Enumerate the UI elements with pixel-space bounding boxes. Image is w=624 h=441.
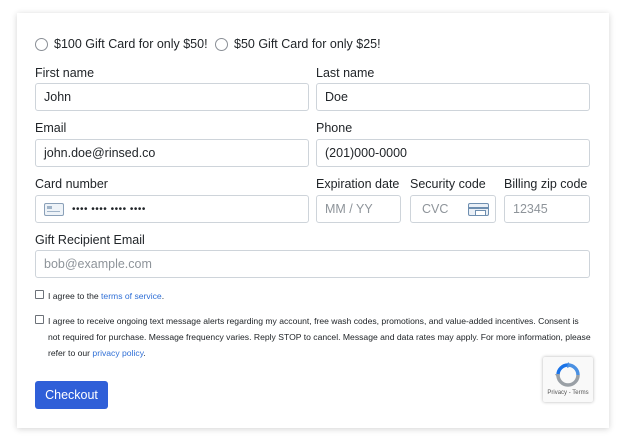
recipient-email-label: Gift Recipient Email	[35, 233, 145, 247]
checkout-button[interactable]: Checkout	[35, 381, 108, 409]
offer-radio-100[interactable]	[35, 37, 48, 51]
billing-zip-label: Billing zip code	[504, 177, 588, 191]
last-name-label: Last name	[316, 66, 375, 80]
last-name-input[interactable]: Doe	[316, 83, 590, 111]
offer-label-50: $50 Gift Card for only $25!	[234, 37, 381, 51]
first-name-input[interactable]: John	[35, 83, 309, 111]
security-code-label: Security code	[410, 177, 486, 191]
recaptcha-icon	[555, 362, 580, 387]
terms-of-service-link[interactable]: terms of service	[101, 291, 162, 301]
sms-consent-text: I agree to receive ongoing text message …	[48, 313, 591, 361]
sms-suffix: .	[143, 348, 146, 358]
privacy-policy-link[interactable]: privacy policy	[92, 348, 143, 358]
phone-input[interactable]: (201)000-0000	[316, 139, 590, 167]
expiration-label: Expiration date	[316, 177, 400, 191]
phone-label: Phone	[316, 121, 353, 135]
card-number-value: •••• •••• •••• ••••	[72, 203, 146, 215]
card-number-label: Card number	[35, 177, 108, 191]
offer-radio-50[interactable]	[215, 37, 228, 51]
billing-zip-input[interactable]: 12345	[504, 195, 590, 223]
gift-card-checkout-form: $100 Gift Card for only $50! $50 Gift Ca…	[17, 13, 609, 428]
security-code-input[interactable]: CVC	[410, 195, 496, 223]
card-number-input[interactable]: •••• •••• •••• ••••	[35, 195, 309, 223]
terms-checkbox[interactable]	[35, 290, 44, 299]
sms-consent: I agree to receive ongoing text message …	[35, 313, 591, 361]
recaptcha-privacy-terms[interactable]: Privacy - Terms	[543, 390, 593, 396]
terms-consent: I agree to the terms of service.	[35, 288, 590, 304]
sms-checkbox[interactable]	[35, 315, 44, 324]
first-name-label: First name	[35, 66, 95, 80]
email-label: Email	[35, 121, 67, 135]
offer-option-100[interactable]: $100 Gift Card for only $50!	[35, 35, 208, 53]
credit-card-icon	[44, 202, 64, 216]
offer-option-50[interactable]: $50 Gift Card for only $25!	[215, 35, 381, 53]
recaptcha-badge[interactable]: Privacy - Terms	[543, 357, 593, 402]
terms-suffix: .	[161, 291, 165, 301]
security-code-placeholder: CVC	[422, 202, 449, 216]
terms-prefix: I agree to the	[48, 291, 102, 301]
expiration-input[interactable]: MM / YY	[316, 195, 401, 223]
recipient-email-input[interactable]: bob@example.com	[35, 250, 590, 278]
cvc-card-icon	[468, 203, 489, 216]
offer-label-100: $100 Gift Card for only $50!	[54, 37, 208, 51]
email-input[interactable]: john.doe@rinsed.co	[35, 139, 309, 167]
terms-text: I agree to the terms of service.	[48, 288, 164, 304]
